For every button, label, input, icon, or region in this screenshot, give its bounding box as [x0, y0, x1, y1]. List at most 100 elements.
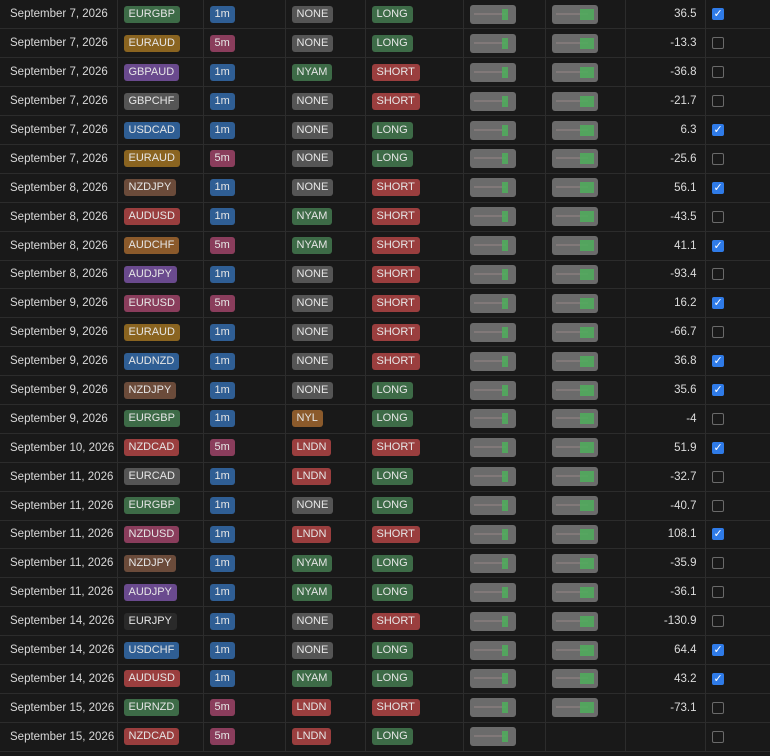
- checked-checkbox[interactable]: [711, 181, 724, 194]
- timeframe-cell[interactable]: 1m: [203, 260, 286, 290]
- entry-chart-thumbnail[interactable]: [469, 409, 516, 429]
- exit-chart-thumbnail[interactable]: [551, 33, 598, 53]
- session-cell[interactable]: NYAM: [285, 231, 366, 261]
- checkbox-cell[interactable]: [705, 491, 770, 521]
- exit-chart-thumbnail[interactable]: [551, 178, 598, 198]
- table-row[interactable]: September 10, 2026 NZDCAD 5m LNDN SHORT 51.9: [0, 433, 770, 463]
- pair-cell[interactable]: AUDUSD: [117, 664, 204, 694]
- entry-chart-thumbnail[interactable]: [469, 582, 516, 602]
- checkbox-cell[interactable]: [705, 606, 770, 637]
- entry-chart-thumbnail[interactable]: [469, 698, 516, 718]
- unchecked-checkbox[interactable]: [711, 615, 724, 628]
- exit-image-cell[interactable]: [545, 404, 626, 434]
- exit-chart-thumbnail[interactable]: [551, 293, 598, 313]
- pair-cell[interactable]: USDCAD: [117, 115, 204, 145]
- checked-checkbox[interactable]: [711, 7, 724, 21]
- session-cell[interactable]: NONE: [285, 173, 366, 203]
- table-row[interactable]: September 7, 2026 GBPCHF 1m NONE SHORT -21.7: [0, 86, 770, 117]
- checkbox-cell[interactable]: [705, 548, 770, 579]
- checked-checkbox[interactable]: [711, 383, 724, 396]
- entry-chart-thumbnail[interactable]: [469, 264, 516, 284]
- entry-image-cell[interactable]: [463, 375, 546, 405]
- pair-cell[interactable]: EURAUD: [117, 28, 204, 59]
- direction-cell[interactable]: SHORT: [365, 86, 464, 117]
- entry-image-cell[interactable]: [463, 693, 546, 723]
- direction-cell[interactable]: LONG: [365, 577, 464, 608]
- exit-chart-thumbnail[interactable]: [551, 467, 598, 487]
- checkbox-cell[interactable]: [705, 664, 770, 694]
- timeframe-cell[interactable]: 1m: [203, 548, 286, 579]
- checkbox-cell[interactable]: [705, 28, 770, 59]
- checkbox-cell[interactable]: [705, 144, 770, 174]
- table-row[interactable]: September 8, 2026 AUDJPY 1m NONE SHORT -93.4: [0, 260, 770, 290]
- entry-chart-thumbnail[interactable]: [469, 120, 516, 140]
- pair-cell[interactable]: EURNZD: [117, 693, 204, 723]
- exit-chart-thumbnail[interactable]: [551, 496, 598, 516]
- pair-cell[interactable]: NZDCAD: [117, 433, 204, 463]
- timeframe-cell[interactable]: 1m: [203, 491, 286, 521]
- checkbox-cell[interactable]: [705, 722, 770, 752]
- checked-checkbox[interactable]: [711, 123, 724, 136]
- entry-image-cell[interactable]: [463, 491, 546, 521]
- exit-chart-thumbnail[interactable]: [551, 149, 598, 169]
- exit-chart-thumbnail[interactable]: [551, 640, 598, 660]
- checked-checkbox[interactable]: [711, 354, 724, 368]
- table-row[interactable]: September 8, 2026 NZDJPY 1m NONE SHORT 56.1: [0, 173, 770, 203]
- unchecked-checkbox[interactable]: [711, 268, 724, 281]
- session-cell[interactable]: NONE: [285, 28, 366, 59]
- checkbox-cell[interactable]: [705, 173, 770, 203]
- entry-chart-thumbnail[interactable]: [469, 351, 516, 371]
- direction-cell[interactable]: LONG: [365, 375, 464, 405]
- checkbox-cell[interactable]: [705, 433, 770, 463]
- table-row[interactable]: September 15, 2026 EURNZD 5m LNDN SHORT -73.1: [0, 693, 770, 723]
- entry-chart-thumbnail[interactable]: [469, 33, 516, 53]
- unchecked-checkbox[interactable]: [711, 37, 724, 50]
- entry-chart-thumbnail[interactable]: [469, 611, 516, 631]
- exit-chart-thumbnail[interactable]: [551, 524, 598, 544]
- session-cell[interactable]: NONE: [285, 144, 366, 174]
- entry-image-cell[interactable]: [463, 635, 546, 665]
- timeframe-cell[interactable]: 1m: [203, 57, 286, 88]
- pair-cell[interactable]: USDCHF: [117, 635, 204, 665]
- timeframe-cell[interactable]: 5m: [203, 693, 286, 723]
- exit-image-cell[interactable]: [545, 606, 626, 637]
- exit-image-cell[interactable]: [545, 0, 626, 30]
- entry-image-cell[interactable]: [463, 173, 546, 203]
- checkbox-cell[interactable]: [705, 404, 770, 434]
- direction-cell[interactable]: SHORT: [365, 57, 464, 88]
- checked-checkbox[interactable]: [711, 643, 724, 657]
- entry-image-cell[interactable]: [463, 664, 546, 694]
- entry-chart-thumbnail[interactable]: [469, 91, 516, 111]
- entry-chart-thumbnail[interactable]: [469, 438, 516, 458]
- exit-image-cell[interactable]: [545, 57, 626, 88]
- unchecked-checkbox[interactable]: [711, 210, 724, 223]
- table-row[interactable]: September 7, 2026 EURAUD 5m NONE LONG -25.6: [0, 144, 770, 174]
- pair-cell[interactable]: NZDJPY: [117, 375, 204, 405]
- entry-image-cell[interactable]: [463, 722, 546, 752]
- session-cell[interactable]: NONE: [285, 288, 366, 319]
- entry-image-cell[interactable]: [463, 288, 546, 319]
- direction-cell[interactable]: LONG: [365, 491, 464, 521]
- exit-chart-thumbnail[interactable]: [551, 322, 598, 342]
- table-row[interactable]: September 11, 2026 NZDUSD 1m LNDN SHORT 108.1: [0, 520, 770, 550]
- entry-chart-thumbnail[interactable]: [469, 207, 516, 227]
- checkbox-cell[interactable]: [705, 693, 770, 723]
- unchecked-checkbox[interactable]: [711, 586, 724, 599]
- timeframe-cell[interactable]: 1m: [203, 404, 286, 434]
- pair-cell[interactable]: EURAUD: [117, 144, 204, 174]
- entry-chart-thumbnail[interactable]: [469, 467, 516, 487]
- direction-cell[interactable]: LONG: [365, 115, 464, 145]
- timeframe-cell[interactable]: 1m: [203, 86, 286, 117]
- session-cell[interactable]: LNDN: [285, 433, 366, 463]
- entry-chart-thumbnail[interactable]: [469, 322, 516, 342]
- exit-image-cell[interactable]: [545, 144, 626, 174]
- table-row[interactable]: September 11, 2026 AUDJPY 1m NYAM LONG -36.1: [0, 577, 770, 608]
- entry-chart-thumbnail[interactable]: [469, 178, 516, 198]
- table-row[interactable]: September 9, 2026 NZDJPY 1m NONE LONG 35.6: [0, 375, 770, 405]
- session-cell[interactable]: NYAM: [285, 664, 366, 694]
- checkbox-cell[interactable]: [705, 375, 770, 405]
- exit-image-cell[interactable]: [545, 260, 626, 290]
- entry-image-cell[interactable]: [463, 462, 546, 492]
- table-row[interactable]: September 9, 2026 EURUSD 5m NONE SHORT 16.2: [0, 288, 770, 319]
- exit-chart-thumbnail[interactable]: [551, 669, 598, 689]
